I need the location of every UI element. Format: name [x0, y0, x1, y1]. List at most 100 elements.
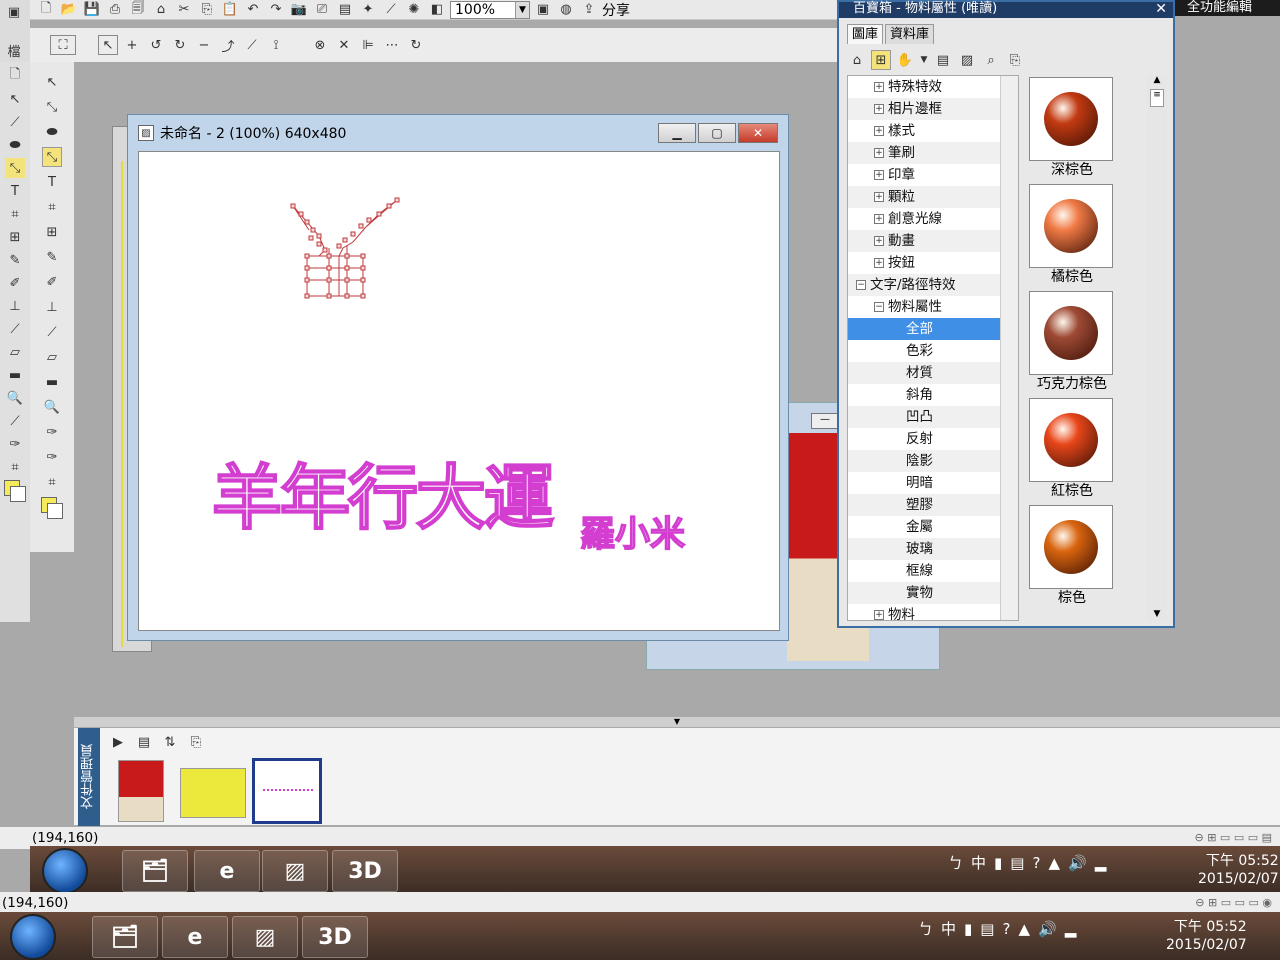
resize-tool-icon[interactable]: ⌗ — [42, 472, 62, 492]
tree-item[interactable]: 玻璃 — [848, 538, 1018, 560]
share-label[interactable]: 分享 — [602, 0, 630, 20]
copy-icon[interactable]: ⎘ — [1005, 50, 1025, 70]
canvas[interactable]: 羊年行大運 羅小米 — [138, 151, 780, 631]
expand-icon[interactable]: + — [874, 82, 884, 92]
keyboard-icon-2[interactable]: ▮ — [964, 920, 972, 938]
help-icon[interactable]: ? — [1032, 854, 1040, 872]
path-tool-icon[interactable]: ⤡ — [42, 97, 62, 117]
ime-bopomofo[interactable]: ㄅ — [948, 852, 963, 873]
thumbnail-current[interactable] — [252, 758, 322, 824]
print-preview-icon[interactable]: 🗐 — [128, 0, 148, 20]
tree-item[interactable]: 金屬 — [848, 516, 1018, 538]
web-icon[interactable]: ◍ — [556, 0, 576, 20]
play-icon[interactable]: ▶ — [108, 732, 128, 752]
tree-item[interactable]: + 按鈕 — [848, 252, 1018, 274]
tree-item[interactable]: 框線 — [848, 560, 1018, 582]
window-icon[interactable]: ▤ — [933, 50, 953, 70]
tree-item[interactable]: + 顆粒 — [848, 186, 1018, 208]
material-swatch[interactable]: 棕色 — [1029, 505, 1115, 607]
expand-icon[interactable]: + — [874, 148, 884, 158]
crop-tool-icon[interactable]: ⌗ — [42, 197, 62, 217]
tree-item[interactable]: − 物料屬性 — [848, 296, 1018, 318]
ime-bopomofo-2[interactable]: ㄅ — [918, 918, 933, 939]
stamp-icon[interactable]: ⊥ — [5, 296, 25, 316]
tree-item[interactable]: + 物料 — [848, 604, 1018, 620]
eraser-tool-icon[interactable]: ▱ — [42, 347, 62, 367]
retouch-tool-icon[interactable]: ⟋ — [42, 322, 62, 342]
tree-scrollbar[interactable] — [1000, 76, 1018, 620]
tile-icon[interactable]: ⎘ — [186, 732, 206, 752]
eyedropper-icon[interactable]: ⟋ — [5, 411, 25, 431]
airbrush-icon[interactable]: ✐ — [5, 273, 25, 293]
scan-icon[interactable]: ⌂ — [151, 0, 171, 20]
new-doc-icon[interactable]: 🗋 — [5, 66, 25, 86]
sort-icon[interactable]: ⇅ — [160, 732, 180, 752]
thumbnail-yellow[interactable] — [180, 768, 246, 818]
scroll-down-icon[interactable]: ▼ — [1147, 609, 1167, 619]
print-icon[interactable]: ⎙ — [105, 0, 125, 20]
tree-item[interactable]: + 相片邊框 — [848, 98, 1018, 120]
add-node-icon[interactable]: + — [122, 35, 142, 55]
settings-icon-2[interactable]: ▤ — [980, 920, 994, 938]
tree-item[interactable]: 斜角 — [848, 384, 1018, 406]
chevron-down-icon[interactable]: ▼ — [919, 50, 929, 70]
tree-item[interactable]: 材質 — [848, 362, 1018, 384]
tree-item[interactable]: 陰影 — [848, 450, 1018, 472]
fill-icon[interactable]: ▬ — [5, 365, 25, 385]
line-icon[interactable]: ⟋ — [242, 35, 262, 55]
zoom-tool-icon[interactable]: 🔍 — [42, 397, 62, 417]
clock-2[interactable]: 下午 05:52 2015/02/07 — [1166, 918, 1247, 954]
cut-icon[interactable]: ✂ — [174, 0, 194, 20]
redo-icon[interactable]: ↷ — [266, 0, 286, 20]
ime-chinese-2[interactable]: 中 — [941, 918, 956, 939]
tree-item[interactable]: 實物 — [848, 582, 1018, 604]
volume-icon[interactable]: 🔊 — [1068, 854, 1087, 872]
minimize-button[interactable]: — — [811, 413, 839, 429]
eyedropper-tool-icon[interactable]: ✑ — [42, 422, 62, 442]
paint-tool-icon[interactable]: ✎ — [42, 247, 62, 267]
explorer-taskbar-icon-2[interactable]: 🗂 — [92, 916, 158, 958]
material-swatch[interactable]: 巧克力棕色 — [1029, 291, 1115, 393]
tree-item[interactable]: 塑膠 — [848, 494, 1018, 516]
break-icon[interactable]: ✕ — [334, 35, 354, 55]
material-swatch[interactable]: 深棕色 — [1029, 77, 1115, 179]
clock[interactable]: 下午 05:52 2015/02/07 — [1198, 852, 1279, 888]
capture-icon[interactable]: ⎚ — [312, 0, 332, 20]
copy-icon[interactable]: ⎘ — [197, 0, 217, 20]
help-icon-2[interactable]: ? — [1002, 920, 1010, 938]
expand-icon[interactable]: + — [874, 258, 884, 268]
close-icon[interactable]: ✕ — [1155, 1, 1167, 17]
chevron-down-icon[interactable]: ▼ — [515, 1, 529, 18]
curve-icon[interactable]: ⤴ — [218, 35, 238, 55]
ie-taskbar-icon[interactable]: e — [194, 850, 260, 892]
text-path-outline[interactable] — [139, 152, 780, 631]
dropper-tool-icon[interactable]: ✑ — [42, 447, 62, 467]
rotate-right-icon[interactable]: ↻ — [170, 35, 190, 55]
app-3d-taskbar-icon-2[interactable]: 3D — [302, 916, 368, 958]
home-icon[interactable]: ⌂ — [847, 50, 867, 70]
color-swatch[interactable] — [4, 480, 26, 502]
tree-item[interactable]: 色彩 — [848, 340, 1018, 362]
path-edit-icon[interactable]: ⤡ — [5, 158, 25, 178]
canvas-main-text[interactable]: 羊年行大運 — [211, 442, 555, 543]
path-mode-icon[interactable]: ⛶ — [50, 35, 76, 55]
text-icon[interactable]: T — [5, 181, 25, 201]
dropper-icon[interactable]: ✑ — [5, 434, 25, 454]
clone-tool-icon[interactable]: ⊥ — [42, 297, 62, 317]
settings-icon[interactable]: ▤ — [1010, 854, 1024, 872]
effect-icon[interactable]: ✺ — [404, 0, 424, 20]
expand-icon[interactable]: + — [874, 192, 884, 202]
swatch-preview[interactable] — [1029, 184, 1113, 268]
search-icon[interactable]: ⌕ — [981, 50, 1001, 70]
tree-item[interactable]: + 樣式 — [848, 120, 1018, 142]
app-3d-taskbar-icon[interactable]: 3D — [332, 850, 398, 892]
tree-item[interactable]: + 動畫 — [848, 230, 1018, 252]
lightbulb-icon[interactable]: ✦ — [358, 0, 378, 20]
full-function-edit-button[interactable]: 全功能編輯 — [1175, 0, 1280, 16]
join-icon[interactable]: ⊗ — [310, 35, 330, 55]
expand-icon[interactable]: + — [874, 214, 884, 224]
text-tool-icon[interactable]: T — [42, 172, 62, 192]
brush-icon[interactable]: ⟋ — [381, 0, 401, 20]
swatch-scrollbar[interactable]: ▲ ≡ ▼ — [1147, 75, 1167, 621]
path-edit-tool-icon[interactable]: ⤡ — [42, 147, 62, 167]
